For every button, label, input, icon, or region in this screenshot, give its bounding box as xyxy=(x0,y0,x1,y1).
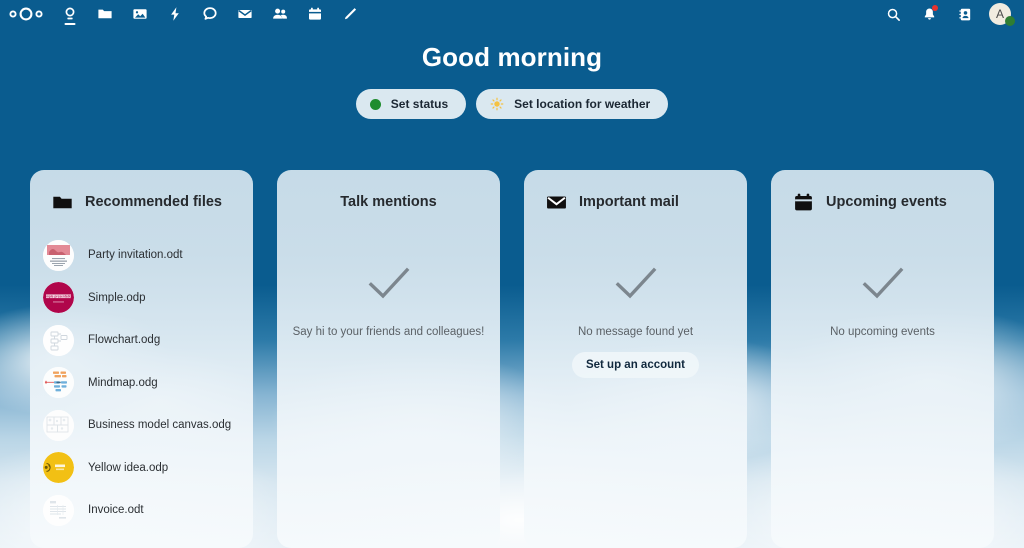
sidebar-item-calendar[interactable] xyxy=(297,0,332,28)
party-invitation-thumb xyxy=(43,239,74,271)
status-dot-icon xyxy=(369,98,381,110)
widget-title: Important mail xyxy=(579,194,679,210)
list-item[interactable]: simple presentation Simple.odp xyxy=(30,277,253,320)
yellow-idea-thumb xyxy=(43,452,74,484)
file-name: Business model canvas.odg xyxy=(88,419,232,432)
widget-upcoming-events: Upcoming events No upcoming events xyxy=(771,170,994,548)
empty-state: No upcoming events xyxy=(771,266,994,338)
business-canvas-thumb xyxy=(43,409,74,441)
empty-state: No message found yet Set up an account xyxy=(524,266,747,378)
widget-header: Talk mentions xyxy=(277,170,500,234)
header-right-actions: A xyxy=(876,0,1024,28)
set-up-account-button[interactable]: Set up an account xyxy=(571,352,700,378)
list-item[interactable]: Business model canvas.odg xyxy=(30,404,253,447)
list-item[interactable]: Flowchart.odg xyxy=(30,319,253,362)
search-button[interactable] xyxy=(876,0,910,28)
checkmark-icon xyxy=(367,266,411,300)
dashboard-app: A Good morning Set status Set location f… xyxy=(0,0,1024,548)
widget-title: Upcoming events xyxy=(826,194,947,210)
flowchart-thumb xyxy=(43,324,74,356)
empty-state-text: No upcoming events xyxy=(830,326,935,338)
set-weather-location-button[interactable]: Set location for weather xyxy=(476,89,669,119)
sidebar-item-talk[interactable] xyxy=(192,0,227,28)
widget-title: Recommended files xyxy=(85,194,222,210)
notifications-button[interactable] xyxy=(912,0,946,28)
widget-header: Important mail xyxy=(524,170,747,234)
list-item[interactable]: Invoice.odt xyxy=(30,489,253,532)
page-title: Good morning xyxy=(421,42,603,72)
user-avatar-button[interactable]: A xyxy=(984,0,1016,28)
top-navigation-bar: A xyxy=(0,0,1024,28)
file-name: Invoice.odt xyxy=(88,504,144,517)
dashboard-widgets: Recommended files Party invitation.odt s… xyxy=(0,170,1024,548)
simple-presentation-thumb: simple presentation xyxy=(43,282,74,314)
sidebar-item-notes[interactable] xyxy=(332,0,367,28)
recommended-file-list: Party invitation.odt simple presentation… xyxy=(30,234,253,532)
file-name: Yellow idea.odp xyxy=(88,461,169,474)
widget-talk-mentions: Talk mentions Say hi to your friends and… xyxy=(277,170,500,548)
file-name: Simple.odp xyxy=(88,291,146,304)
empty-state-text: No message found yet xyxy=(577,326,694,338)
sun-icon xyxy=(490,97,504,111)
greeting-section: Good morning Set status Set location for… xyxy=(0,42,1024,119)
online-status-indicator xyxy=(1005,16,1015,26)
nextcloud-logo[interactable] xyxy=(0,0,52,28)
sidebar-item-dashboard[interactable] xyxy=(52,0,87,28)
empty-state-text: Say hi to your friends and colleagues! xyxy=(292,326,485,338)
set-weather-label: Set location for weather xyxy=(514,97,651,111)
contacts-menu-button[interactable] xyxy=(948,0,982,28)
status-buttons-row: Set status Set location for weather xyxy=(0,89,1024,119)
sidebar-item-mail[interactable] xyxy=(227,0,262,28)
set-status-label: Set status xyxy=(390,97,449,111)
widget-header: Upcoming events xyxy=(771,170,994,234)
mail-icon xyxy=(546,192,567,213)
checkmark-icon xyxy=(861,266,905,300)
mindmap-thumb xyxy=(43,367,74,399)
list-item[interactable]: Yellow idea.odp xyxy=(30,447,253,490)
invoice-thumb xyxy=(43,494,74,526)
empty-state: Say hi to your friends and colleagues! xyxy=(277,266,500,338)
file-name: Mindmap.odg xyxy=(88,376,158,389)
checkmark-icon xyxy=(614,266,658,300)
svg-text:simple presentation: simple presentation xyxy=(43,295,73,299)
file-name: Party invitation.odt xyxy=(88,249,183,262)
widget-important-mail: Important mail No message found yet Set … xyxy=(524,170,747,548)
notification-badge-dot xyxy=(932,5,938,11)
widget-title: Talk mentions xyxy=(340,194,437,210)
calendar-icon xyxy=(793,192,814,213)
sidebar-item-files[interactable] xyxy=(87,0,122,28)
widget-recommended-files: Recommended files Party invitation.odt s… xyxy=(30,170,253,548)
folder-icon xyxy=(52,192,73,213)
sidebar-item-photos[interactable] xyxy=(122,0,157,28)
file-name: Flowchart.odg xyxy=(88,334,161,347)
list-item[interactable]: Party invitation.odt xyxy=(30,234,253,277)
sidebar-item-contacts[interactable] xyxy=(262,0,297,28)
list-item[interactable]: Mindmap.odg xyxy=(30,362,253,405)
widget-header: Recommended files xyxy=(30,170,253,234)
app-navigation xyxy=(0,0,367,28)
set-status-button[interactable]: Set status xyxy=(355,89,467,119)
sidebar-item-activity[interactable] xyxy=(157,0,192,28)
